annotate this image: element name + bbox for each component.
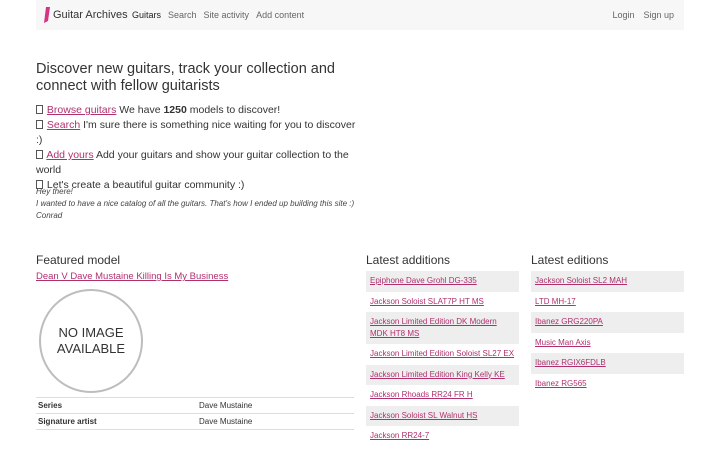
list-item: Ibanez GRG220PA <box>531 312 684 333</box>
brand-name: Guitar Archives <box>53 9 128 21</box>
featured-properties: Series Dave Mustaine Signature artist Da… <box>36 397 354 430</box>
edition-link[interactable]: Ibanez GRG220PA <box>535 317 603 326</box>
property-key: Signature artist <box>36 413 197 430</box>
edition-link[interactable]: LTD MH-17 <box>535 297 576 306</box>
hero-text: We have <box>116 104 164 116</box>
property-key: Series <box>36 397 197 414</box>
signup-link[interactable]: Sign up <box>643 10 674 20</box>
list-item: Music Man Axis <box>531 333 684 354</box>
list-item: Ibanez RG565 <box>531 374 684 395</box>
model-count: 1250 <box>163 104 187 116</box>
edition-link[interactable]: Ibanez RGIX6FDLB <box>535 358 606 367</box>
placeholder-glyph-icon <box>36 105 43 114</box>
guitar-logo-icon <box>44 7 50 23</box>
author-note: Hey there! I wanted to have a nice catal… <box>36 186 366 222</box>
addition-link[interactable]: Jackson Limited Edition Soloist SL27 EX <box>370 349 514 358</box>
no-image-placeholder: NO IMAGE AVAILABLE <box>39 289 143 393</box>
list-item: Jackson Limited Edition King Kelly KE <box>366 364 519 385</box>
table-row: Series Dave Mustaine <box>36 397 354 414</box>
add-yours-link[interactable]: Add yours <box>46 149 93 161</box>
addition-link[interactable]: Epiphone Dave Grohl DG-335 <box>370 276 477 285</box>
note-greeting: Hey there! <box>36 187 73 196</box>
nav-site-activity[interactable]: Site activity <box>204 10 250 20</box>
latest-editions-list: Jackson Soloist SL2 MAH LTD MH-17 Ibanez… <box>531 271 684 394</box>
hero-line-search: Search I'm sure there is something nice … <box>36 118 356 148</box>
featured-model-link[interactable]: Dean V Dave Mustaine Killing Is My Busin… <box>36 271 228 282</box>
table-row: Signature artist Dave Mustaine <box>36 413 354 430</box>
note-signature: Conrad <box>36 211 63 220</box>
no-image-text: NO IMAGE AVAILABLE <box>56 325 126 356</box>
hero-text: models to discover! <box>186 104 281 116</box>
brand[interactable]: Guitar Archives <box>44 6 128 24</box>
latest-additions-list: Epiphone Dave Grohl DG-335 Jackson Soloi… <box>366 271 519 447</box>
featured-title: Featured model <box>36 253 121 267</box>
list-item: LTD MH-17 <box>531 292 684 313</box>
hero-lines: Browse guitars We have 1250 models to di… <box>36 103 356 193</box>
hero-title: Discover new guitars, track your collect… <box>36 61 335 94</box>
navbar: Guitar Archives Guitars Search Site acti… <box>36 0 684 30</box>
placeholder-glyph-icon <box>36 150 43 159</box>
list-item: Jackson Soloist SLAT7P HT MS <box>366 292 519 313</box>
addition-link[interactable]: Jackson Limited Edition King Kelly KE <box>370 370 505 379</box>
list-item: Jackson Soloist SL2 MAH <box>531 271 684 292</box>
property-value: Dave Mustaine <box>197 397 354 414</box>
addition-link[interactable]: Jackson RR24-7 <box>370 431 429 440</box>
login-link[interactable]: Login <box>612 10 634 20</box>
placeholder-glyph-icon <box>36 120 43 129</box>
nav-links: Guitars Search Site activity Add content <box>132 10 311 20</box>
edition-link[interactable]: Jackson Soloist SL2 MAH <box>535 276 627 285</box>
nav-search[interactable]: Search <box>168 10 197 20</box>
nav-add-content[interactable]: Add content <box>256 10 304 20</box>
list-item: Epiphone Dave Grohl DG-335 <box>366 271 519 292</box>
browse-guitars-link[interactable]: Browse guitars <box>47 104 116 116</box>
search-link[interactable]: Search <box>47 119 80 131</box>
list-item: Jackson Limited Edition DK Modern MDK HT… <box>366 312 519 344</box>
edition-link[interactable]: Ibanez RG565 <box>535 379 587 388</box>
addition-link[interactable]: Jackson Soloist SL Walnut HS <box>370 411 477 420</box>
hero-line-browse: Browse guitars We have 1250 models to di… <box>36 103 356 118</box>
addition-link[interactable]: Jackson Soloist SLAT7P HT MS <box>370 297 484 306</box>
list-item: Jackson Soloist SL Walnut HS <box>366 405 519 426</box>
latest-editions-title: Latest editions <box>531 253 609 267</box>
latest-additions-title: Latest additions <box>366 253 451 267</box>
list-item: Ibanez RGIX6FDLB <box>531 353 684 374</box>
nav-auth: Login Sign up <box>603 10 674 20</box>
property-value: Dave Mustaine <box>197 413 354 430</box>
list-item: Jackson Limited Edition Soloist SL27 EX <box>366 344 519 365</box>
edition-link[interactable]: Music Man Axis <box>535 338 591 347</box>
note-body: I wanted to have a nice catalog of all t… <box>36 199 355 208</box>
hero-text: I'm sure there is something nice waiting… <box>36 119 356 146</box>
list-item: Jackson RR24-7 <box>366 426 519 447</box>
hero-line-add: Add yours Add your guitars and show your… <box>36 148 356 178</box>
list-item: Jackson Rhoads RR24 FR H <box>366 385 519 406</box>
addition-link[interactable]: Jackson Limited Edition DK Modern MDK HT… <box>370 317 497 338</box>
addition-link[interactable]: Jackson Rhoads RR24 FR H <box>370 390 473 399</box>
nav-guitars[interactable]: Guitars <box>132 10 161 20</box>
